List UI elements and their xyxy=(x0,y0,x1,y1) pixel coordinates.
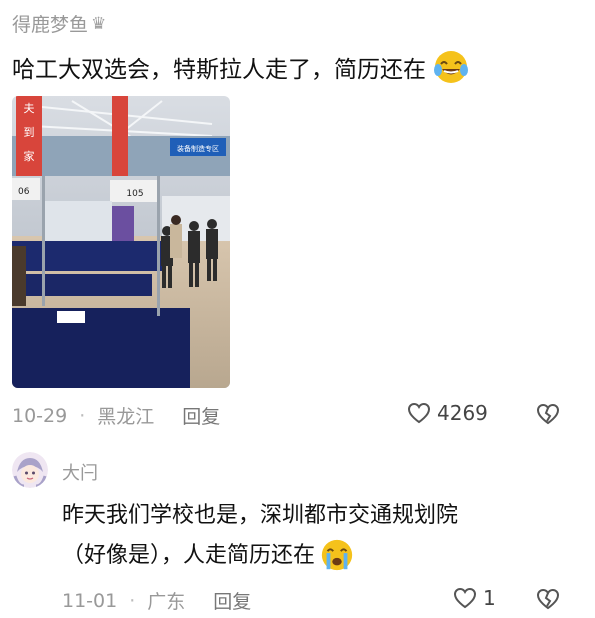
post-location: 黑龙江 xyxy=(97,406,155,428)
meta-separator: · xyxy=(129,589,136,612)
comment-meta: 11-01 · 广东 回复 xyxy=(62,587,251,614)
post-date: 10-29 xyxy=(12,404,68,427)
post-reply-button[interactable]: 回复 xyxy=(182,402,220,429)
post-text: 哈工大双选会，特斯拉人走了，简历还在 xyxy=(12,48,470,86)
heart-outline-icon xyxy=(407,402,431,424)
post-username[interactable]: 得鹿梦鱼 ♛ xyxy=(12,10,106,37)
comment-text-line2: （好像是），人走简历还在 xyxy=(62,543,316,568)
comment-date: 11-01 xyxy=(62,589,118,612)
photo-booth-center: 105 xyxy=(126,189,143,199)
crying-emoji-icon xyxy=(319,537,357,575)
heart-outline-icon xyxy=(453,587,477,609)
comment-like-count: 1 xyxy=(483,586,496,610)
post-text-content: 哈工大双选会，特斯拉人走了，简历还在 xyxy=(12,57,426,83)
comment-text-line2-row: （好像是），人走简历还在 xyxy=(62,536,582,576)
post-meta: 10-29 · 黑龙江 回复 xyxy=(12,402,220,429)
meta-separator: · xyxy=(79,404,86,427)
comment-reply-button[interactable]: 回复 xyxy=(213,587,251,614)
comment-dislike-button[interactable] xyxy=(536,588,560,614)
comment-username[interactable]: 大闩 xyxy=(62,459,98,485)
post-photo[interactable]: 装备制造专区 夫到家 06 105 xyxy=(12,96,230,388)
post-dislike-button[interactable] xyxy=(536,403,560,429)
crown-icon: ♛ xyxy=(91,13,107,34)
comment-like-button[interactable]: 1 xyxy=(453,586,496,610)
broken-heart-icon xyxy=(536,588,560,610)
post-username-text[interactable]: 得鹿梦鱼 xyxy=(12,10,88,37)
post-like-count: 4269 xyxy=(437,401,488,425)
post-like-button[interactable]: 4269 xyxy=(407,401,488,425)
comment-text: 昨天我们学校也是，深圳都市交通规划院 （好像是），人走简历还在 xyxy=(62,496,582,576)
photo-zone-sign: 装备制造专区 xyxy=(177,144,219,153)
tears-of-joy-emoji-icon xyxy=(432,48,470,86)
broken-heart-icon xyxy=(536,403,560,425)
photo-banner-left: 夫到家 xyxy=(24,102,35,163)
comment-location: 广东 xyxy=(147,591,186,613)
comment-avatar[interactable] xyxy=(12,452,48,488)
comment-text-line1: 昨天我们学校也是，深圳都市交通规划院 xyxy=(62,503,459,528)
photo-booth-left: 06 xyxy=(18,187,30,197)
